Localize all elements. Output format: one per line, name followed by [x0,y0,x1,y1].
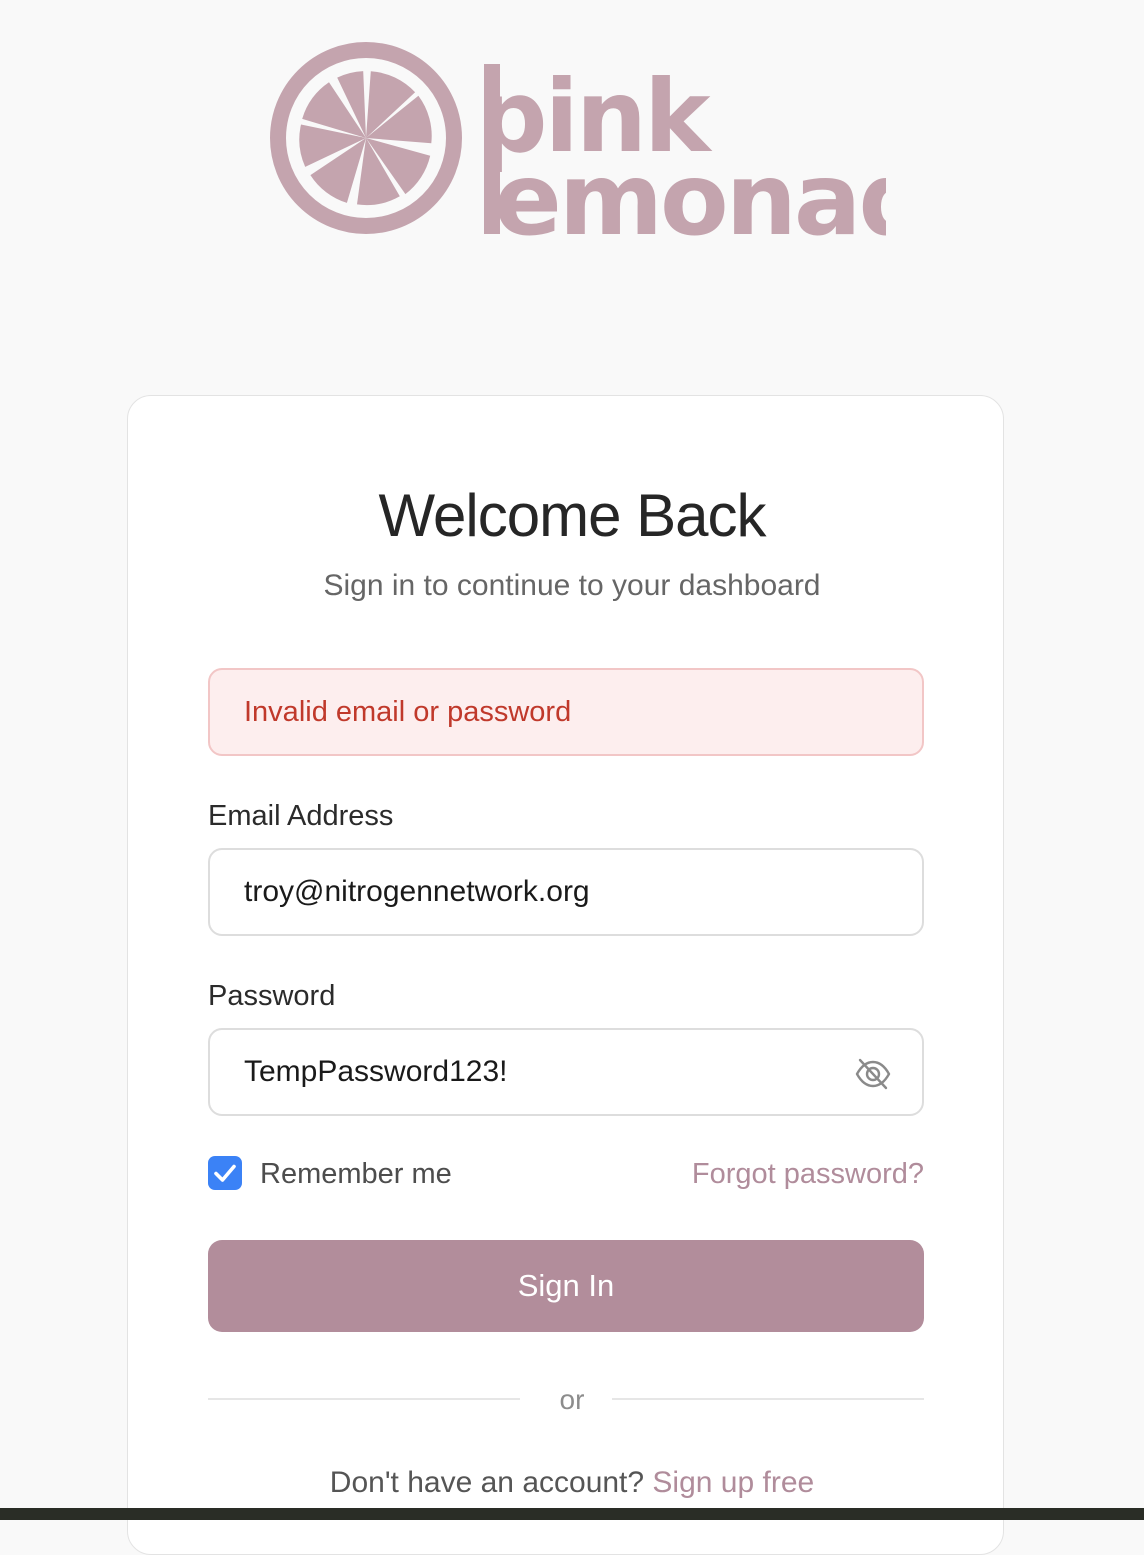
email-field-container [208,848,924,936]
forgot-password-link[interactable]: Forgot password? [692,1155,924,1193]
lemon-slice-icon: pink emonade [270,42,886,243]
remember-row: Remember me Forgot password? [208,1155,924,1195]
eye-off-icon[interactable] [854,1055,892,1093]
sign-up-link[interactable]: Sign up free [652,1466,814,1499]
password-field[interactable] [244,1055,824,1089]
page-subtitle: Sign in to continue to your dashboard [323,569,821,602]
password-field-container [208,1028,924,1116]
svg-text:emonade: emonade [494,141,886,243]
error-message: Invalid email or password [244,695,572,728]
bottom-edge-strip [0,1508,1144,1520]
signup-prompt: Don't have an account? [329,1466,653,1499]
sign-in-button[interactable]: Sign In [208,1240,924,1332]
error-alert: Invalid email or password [208,668,924,756]
remember-me-checkbox[interactable] [208,1156,242,1190]
brand-logo: pink emonade [266,38,886,243]
divider-text: or [559,1384,585,1415]
checkmark-icon [214,1164,236,1182]
email-field[interactable] [244,875,888,909]
password-label: Password [208,980,336,1012]
email-label: Email Address [208,800,394,832]
remember-me-label[interactable]: Remember me [260,1155,452,1193]
page-title: Welcome Back [378,482,766,549]
signup-row: Don't have an account? Sign up free [0,1464,1144,1502]
